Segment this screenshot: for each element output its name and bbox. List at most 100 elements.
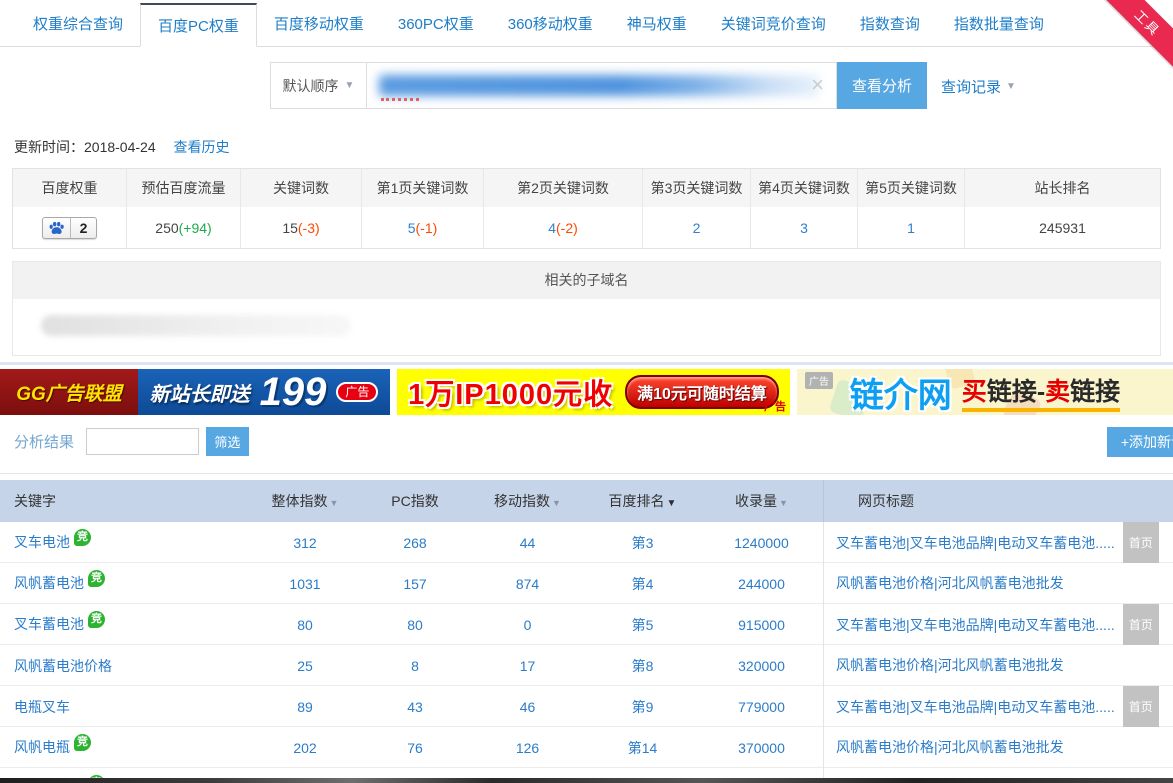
- mobile-index-cell[interactable]: 17: [470, 658, 585, 674]
- page5-value[interactable]: 1: [907, 220, 915, 236]
- filter-keyword-input[interactable]: [86, 428, 199, 455]
- page4-cell[interactable]: 3: [750, 207, 857, 248]
- keyword-cell[interactable]: 电瓶叉车: [0, 697, 250, 717]
- mobile-index-cell[interactable]: 126: [470, 740, 585, 756]
- page4-value[interactable]: 3: [800, 220, 808, 236]
- keyword-link[interactable]: 风帆蓄电池: [14, 575, 84, 591]
- query-records-link[interactable]: 查询记录 ▼: [941, 76, 1016, 97]
- baidu-rank-cell[interactable]: 第14: [585, 738, 700, 758]
- mobile-index-cell[interactable]: 46: [470, 699, 585, 715]
- ad1-body: 新站长即送 199 广告: [138, 369, 390, 415]
- pc-index-cell[interactable]: 157: [360, 576, 470, 592]
- tab-9[interactable]: 指数批量查询: [937, 0, 1061, 46]
- tab-8[interactable]: 指数查询: [843, 0, 937, 46]
- page-title-cell[interactable]: 风帆蓄电池价格|河北风帆蓄电池批发: [823, 563, 1173, 604]
- pc-index-cell[interactable]: 43: [360, 699, 470, 715]
- overall-index-cell[interactable]: 312: [250, 535, 360, 551]
- clear-input-icon[interactable]: ×: [811, 73, 824, 97]
- baidu-rank-cell[interactable]: 第3: [585, 533, 700, 553]
- keyword-cell[interactable]: 风帆蓄电池价格: [0, 656, 250, 676]
- results-header-4[interactable]: 移动指数▼: [470, 491, 585, 511]
- page-title-link[interactable]: 风帆蓄电池价格|河北风帆蓄电池批发: [836, 575, 1064, 591]
- indexed-count-cell[interactable]: 779000: [700, 699, 823, 715]
- indexed-count-cell[interactable]: 320000: [700, 658, 823, 674]
- sort-arrow-icon[interactable]: ▼: [667, 498, 677, 509]
- overall-index-cell[interactable]: 25: [250, 658, 360, 674]
- results-header-2[interactable]: 整体指数▼: [250, 491, 360, 511]
- keyword-link[interactable]: 叉车蓄电池: [14, 616, 84, 632]
- overall-index-cell[interactable]: 89: [250, 699, 360, 715]
- baidu-rank-cell[interactable]: 第8: [585, 656, 700, 676]
- page-title-cell[interactable]: 风帆蓄电池价格|河北风帆蓄电池批发: [823, 645, 1173, 686]
- overall-index-cell[interactable]: 202: [250, 740, 360, 756]
- analysis-result-label: 分析结果: [14, 434, 74, 451]
- keyword-link[interactable]: 风帆电瓶: [14, 739, 70, 755]
- keyword-link[interactable]: 风帆蓄电池价格: [14, 658, 112, 674]
- keyword-link[interactable]: 电瓶叉车: [14, 699, 70, 715]
- pc-index-cell[interactable]: 268: [360, 535, 470, 551]
- results-header-6[interactable]: 收录量▼: [700, 491, 823, 511]
- mobile-index-cell[interactable]: 44: [470, 535, 585, 551]
- overall-index-cell[interactable]: 80: [250, 617, 360, 633]
- page3-value[interactable]: 2: [693, 220, 701, 236]
- add-new-keyword-button[interactable]: +添加新词: [1107, 427, 1173, 457]
- indexed-count-cell[interactable]: 244000: [700, 576, 823, 592]
- baidu-rank-cell[interactable]: 第9: [585, 697, 700, 717]
- pc-index-cell[interactable]: 8: [360, 658, 470, 674]
- keyword-cell[interactable]: 风帆电瓶竞: [0, 737, 250, 758]
- pc-index-cell[interactable]: 76: [360, 740, 470, 756]
- tab-7[interactable]: 关键词竞价查询: [704, 0, 843, 46]
- sort-order-select[interactable]: 默认顺序 ▼: [270, 62, 366, 109]
- baidu-rank-cell[interactable]: 第4: [585, 574, 700, 594]
- page-title-link[interactable]: 叉车蓄电池|叉车电池品牌|电动叉车蓄电池.....: [836, 617, 1115, 633]
- sort-arrow-icon[interactable]: ▼: [330, 498, 339, 508]
- keyword-cell[interactable]: 叉车蓄电池竞: [0, 614, 250, 635]
- indexed-count-cell[interactable]: 915000: [700, 617, 823, 633]
- ad-banner-gg-union[interactable]: GG广告联盟 新站长即送 199 广告: [0, 369, 390, 415]
- page-title-link[interactable]: 叉车蓄电池|叉车电池品牌|电动叉车蓄电池.....: [836, 535, 1115, 551]
- tab-3[interactable]: 百度移动权重: [257, 0, 381, 46]
- page2-value[interactable]: 4: [548, 220, 556, 236]
- page2-cell[interactable]: 4(-2): [483, 207, 642, 248]
- page-title-link[interactable]: 叉车蓄电池|叉车电池品牌|电动叉车蓄电池.....: [836, 699, 1115, 715]
- page1-value[interactable]: 5: [408, 220, 416, 236]
- overall-index-cell[interactable]: 1031: [250, 576, 360, 592]
- homepage-badge: 首页: [1123, 686, 1159, 727]
- indexed-count-cell[interactable]: 370000: [700, 740, 823, 756]
- tab-1[interactable]: 权重综合查询: [16, 0, 140, 46]
- tab-2[interactable]: 百度PC权重: [140, 3, 257, 47]
- tab-4[interactable]: 360PC权重: [381, 0, 491, 46]
- keyword-cell[interactable]: 风帆蓄电池竞: [0, 573, 250, 594]
- mobile-index-cell[interactable]: 874: [470, 576, 585, 592]
- blurred-subdomain-link[interactable]: [41, 315, 351, 336]
- query-input[interactable]: ×: [366, 62, 837, 109]
- baidu-rank-cell[interactable]: 第5: [585, 615, 700, 635]
- indexed-count-cell[interactable]: 1240000: [700, 535, 823, 551]
- page-title-cell[interactable]: 风帆蓄电池价格|河北风帆蓄电池批发: [823, 727, 1173, 768]
- mobile-index-cell[interactable]: 0: [470, 617, 585, 633]
- page5-cell[interactable]: 1: [857, 207, 964, 248]
- page-title-link[interactable]: 风帆蓄电池价格|河北风帆蓄电池批发: [836, 739, 1064, 755]
- ad-banner-ip-offer[interactable]: 1万IP1000元收 满10元可随时结算 广告: [397, 369, 790, 415]
- view-history-link[interactable]: 查看历史: [174, 139, 230, 155]
- tab-6[interactable]: 神马权重: [610, 0, 704, 46]
- page-title-cell[interactable]: 叉车蓄电池|叉车电池品牌|电动叉车蓄电池.....首页: [823, 522, 1173, 563]
- baidu-weight-badge[interactable]: 2: [42, 217, 98, 239]
- results-header-5[interactable]: 百度排名▼: [585, 491, 700, 511]
- page-title-link[interactable]: 风帆蓄电池价格|河北风帆蓄电池批发: [836, 657, 1064, 673]
- page1-cell[interactable]: 5(-1): [361, 207, 483, 248]
- keyword-link[interactable]: 叉车电池: [14, 534, 70, 550]
- page3-cell[interactable]: 2: [642, 207, 750, 248]
- traffic-cell: 250(+94): [126, 207, 240, 248]
- ad3-trade-text: 买链接-卖链接: [962, 372, 1120, 412]
- analyze-button[interactable]: 查看分析: [837, 62, 927, 109]
- tab-5[interactable]: 360移动权重: [491, 0, 610, 46]
- ad-banner-link-market[interactable]: 广告 链介网 买链接-卖链接: [797, 369, 1173, 415]
- keyword-cell[interactable]: 叉车电池竞: [0, 532, 250, 553]
- filter-button[interactable]: 筛选: [206, 427, 249, 456]
- page-title-cell[interactable]: 叉车蓄电池|叉车电池品牌|电动叉车蓄电池.....首页: [823, 604, 1173, 645]
- sort-arrow-icon[interactable]: ▼: [552, 498, 561, 508]
- page-title-cell[interactable]: 叉车蓄电池|叉车电池品牌|电动叉车蓄电池..... 首页: [823, 686, 1173, 727]
- pc-index-cell[interactable]: 80: [360, 617, 470, 633]
- sort-arrow-icon[interactable]: ▼: [779, 498, 788, 508]
